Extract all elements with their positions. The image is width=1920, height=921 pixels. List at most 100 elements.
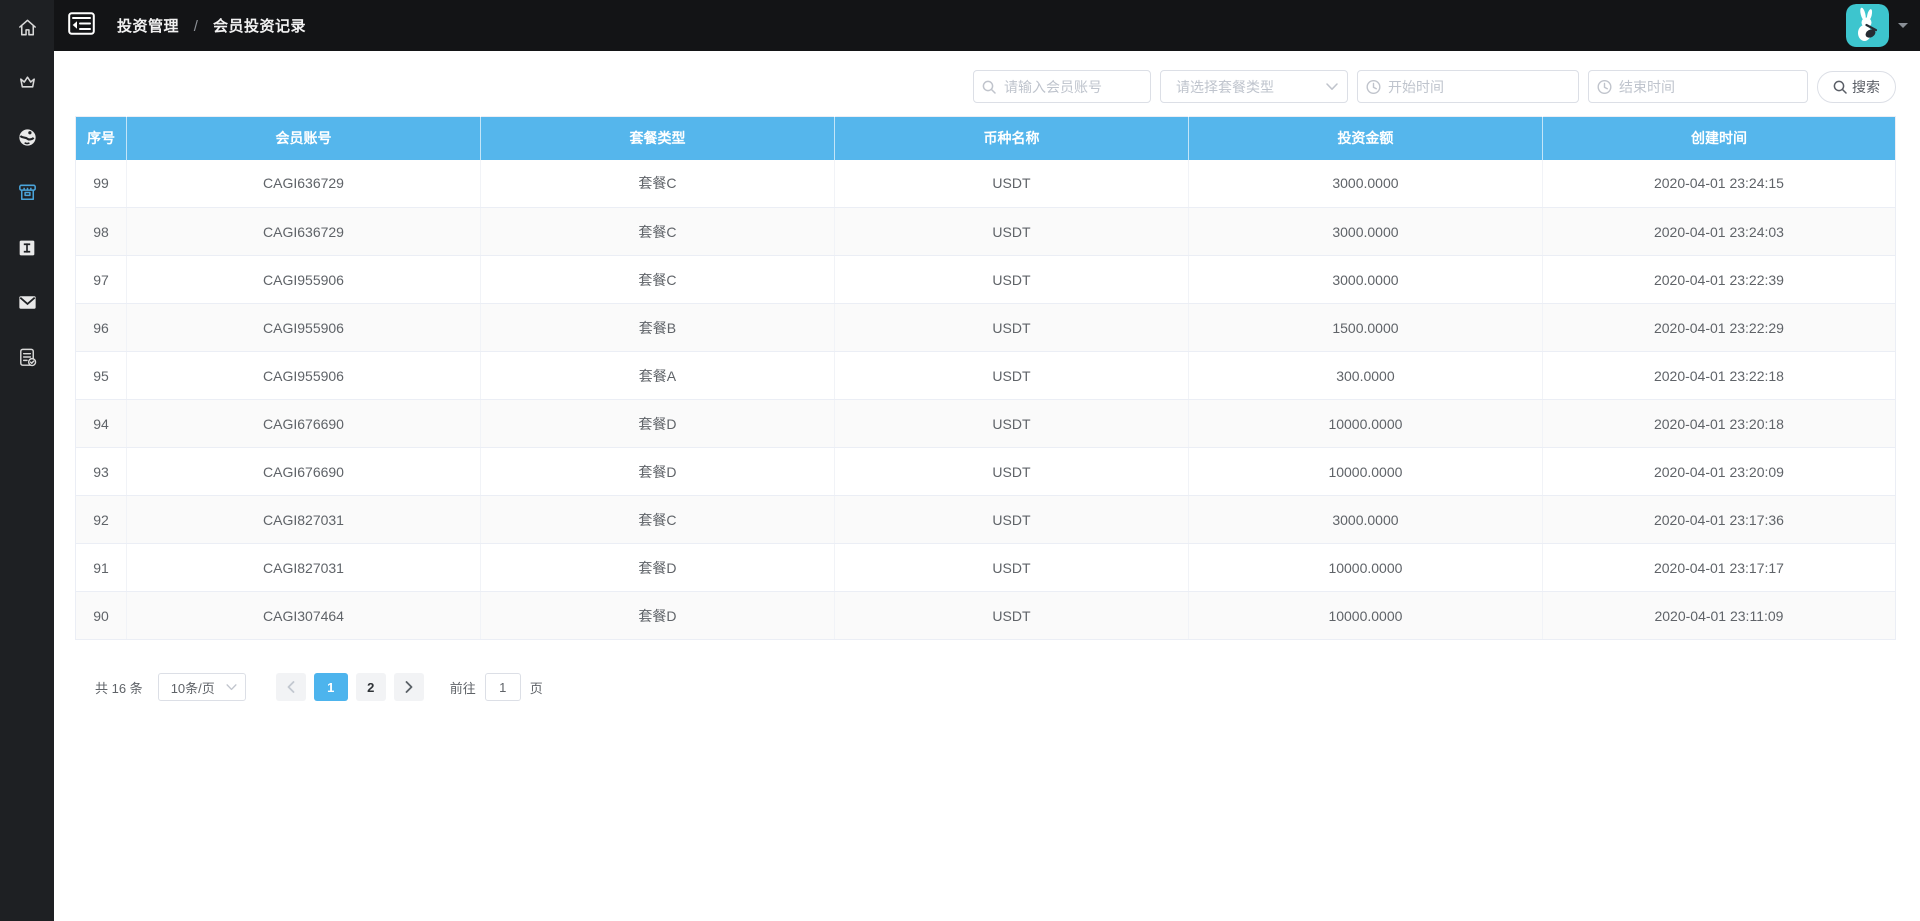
breadcrumb-separator: /	[193, 18, 199, 35]
breadcrumb-page: 会员投资记录	[213, 18, 307, 35]
pagination: 共 16 条 10条/页 1 2 前往 1 页	[95, 673, 1896, 701]
table-body: 99 CAGI636729 套餐C USDT 3000.0000 2020-04…	[75, 159, 1896, 640]
cell-currency: USDT	[834, 255, 1189, 304]
cell-package: 套餐D	[480, 447, 835, 496]
navbar: 投资管理 / 会员投资记录	[54, 0, 1920, 51]
sidebar-item-report[interactable]	[0, 330, 54, 385]
column-header-account: 会员账号	[126, 116, 481, 160]
cell-account: CAGI827031	[126, 495, 481, 544]
sidebar-item-mail[interactable]	[0, 275, 54, 330]
globe-icon	[16, 126, 39, 149]
cell-amount: 10000.0000	[1188, 591, 1543, 640]
goto-page-group: 前往 页	[450, 673, 543, 701]
table-row: 99 CAGI636729 套餐C USDT 3000.0000 2020-04…	[75, 159, 1896, 208]
cell-package: 套餐D	[480, 591, 835, 640]
cell-package: 套餐C	[480, 207, 835, 256]
user-menu-caret-icon[interactable]	[1898, 23, 1908, 28]
sidebar-item-crown[interactable]	[0, 55, 54, 110]
chevron-right-icon	[405, 681, 413, 693]
hamburger-icon	[68, 11, 95, 40]
chevron-down-icon	[226, 683, 237, 691]
cell-amount: 10000.0000	[1188, 399, 1543, 448]
sidebar-item-home[interactable]	[0, 0, 54, 55]
i-square-icon	[16, 237, 38, 259]
home-icon	[16, 16, 39, 39]
end-time-field	[1588, 70, 1808, 103]
cell-time: 2020-04-01 23:17:36	[1542, 495, 1896, 544]
table-row: 97 CAGI955906 套餐C USDT 3000.0000 2020-04…	[75, 255, 1896, 304]
cell-time: 2020-04-01 23:24:15	[1542, 159, 1896, 208]
cell-time: 2020-04-01 23:22:39	[1542, 255, 1896, 304]
sidebar-item-investment[interactable]	[0, 165, 54, 220]
sidebar-item-globe[interactable]	[0, 110, 54, 165]
cell-account: CAGI955906	[126, 303, 481, 352]
goto-label: 前往	[449, 680, 476, 696]
cell-package: 套餐D	[480, 399, 835, 448]
cell-package: 套餐C	[480, 159, 835, 208]
table-row: 91 CAGI827031 套餐D USDT 10000.0000 2020-0…	[75, 543, 1896, 592]
package-select-input[interactable]	[1160, 70, 1348, 103]
cell-index: 96	[75, 303, 127, 352]
cell-amount: 3000.0000	[1188, 495, 1543, 544]
cell-currency: USDT	[834, 591, 1189, 640]
cell-index: 91	[75, 543, 127, 592]
cell-account: CAGI827031	[126, 543, 481, 592]
cell-index: 90	[75, 591, 127, 640]
sidebar-item-info[interactable]	[0, 220, 54, 275]
prev-page-button[interactable]	[275, 673, 306, 701]
cell-package: 套餐A	[480, 351, 835, 400]
cell-index: 94	[75, 399, 127, 448]
end-time-input[interactable]	[1588, 70, 1808, 103]
cell-account: CAGI955906	[126, 255, 481, 304]
cell-index: 97	[75, 255, 127, 304]
sidebar	[0, 0, 54, 921]
table-row: 92 CAGI827031 套餐C USDT 3000.0000 2020-04…	[75, 495, 1896, 544]
cell-index: 93	[75, 447, 127, 496]
table-row: 96 CAGI955906 套餐B USDT 1500.0000 2020-04…	[75, 303, 1896, 352]
cell-account: CAGI676690	[126, 447, 481, 496]
cell-currency: USDT	[834, 399, 1189, 448]
page-size-select[interactable]: 10条/页	[157, 673, 246, 701]
start-time-field	[1357, 70, 1579, 103]
next-page-button[interactable]	[393, 673, 424, 701]
start-time-input[interactable]	[1357, 70, 1579, 103]
page-size-value: 10条/页	[170, 680, 215, 696]
chevron-down-icon	[1326, 82, 1338, 91]
column-header-time: 创建时间	[1542, 116, 1896, 160]
table-row: 95 CAGI955906 套餐A USDT 300.0000 2020-04-…	[75, 351, 1896, 400]
search-icon	[1833, 80, 1847, 94]
shop-icon	[16, 181, 39, 204]
page-button-1[interactable]: 1	[313, 673, 348, 701]
cell-package: 套餐C	[480, 495, 835, 544]
crown-icon	[16, 71, 39, 94]
avatar[interactable]	[1846, 4, 1889, 47]
goto-page-input[interactable]	[484, 673, 521, 701]
column-header-index: 序号	[75, 116, 127, 160]
mail-icon	[16, 291, 39, 314]
document-check-icon	[16, 346, 39, 369]
table-row: 98 CAGI636729 套餐C USDT 3000.0000 2020-04…	[75, 207, 1896, 256]
cell-index: 95	[75, 351, 127, 400]
chevron-left-icon	[287, 681, 295, 693]
cell-account: CAGI676690	[126, 399, 481, 448]
cell-amount: 10000.0000	[1188, 447, 1543, 496]
investment-records-table: 序号 会员账号 套餐类型 币种名称 投资金额 创建时间 99 CAGI63672…	[75, 116, 1896, 640]
cell-index: 99	[75, 159, 127, 208]
account-input[interactable]	[973, 70, 1151, 103]
search-button-label: 搜索	[1852, 78, 1880, 95]
table-row: 93 CAGI676690 套餐D USDT 10000.0000 2020-0…	[75, 447, 1896, 496]
page-button-2[interactable]: 2	[355, 673, 386, 701]
cell-amount: 300.0000	[1188, 351, 1543, 400]
breadcrumb-section[interactable]: 投资管理	[117, 18, 179, 35]
cell-account: CAGI955906	[126, 351, 481, 400]
column-header-amount: 投资金额	[1188, 116, 1543, 160]
sidebar-toggle-button[interactable]	[68, 11, 95, 40]
column-header-currency: 币种名称	[834, 116, 1189, 160]
search-icon	[982, 80, 996, 94]
cell-amount: 1500.0000	[1188, 303, 1543, 352]
table-row: 94 CAGI676690 套餐D USDT 10000.0000 2020-0…	[75, 399, 1896, 448]
search-button[interactable]: 搜索	[1817, 70, 1896, 103]
column-header-package: 套餐类型	[480, 116, 835, 160]
cell-time: 2020-04-01 23:20:18	[1542, 399, 1896, 448]
clock-icon	[1597, 79, 1612, 94]
